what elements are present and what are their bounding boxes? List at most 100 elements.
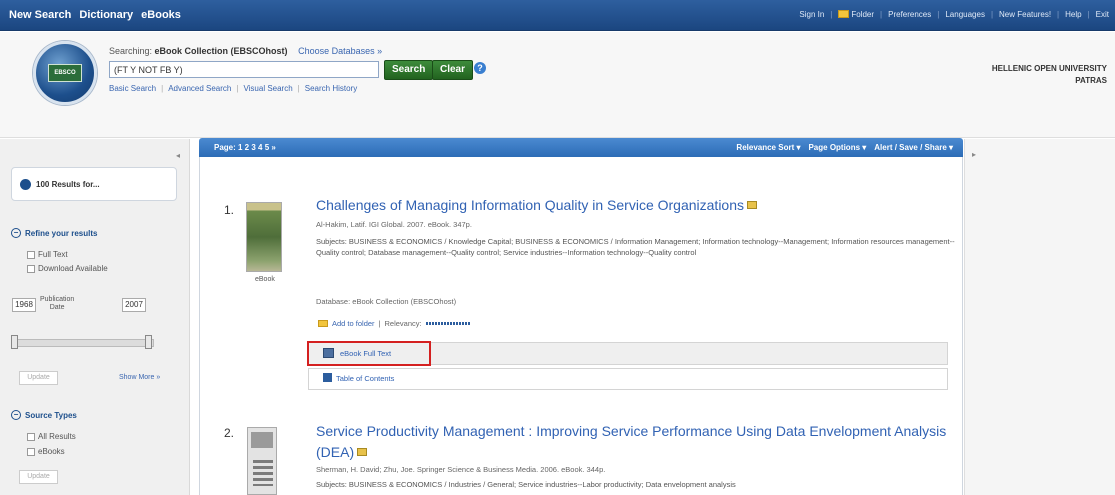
- year-from-input[interactable]: 1968: [12, 298, 36, 312]
- publication-date-label: Publication Date: [40, 296, 74, 312]
- results-for-label: 100 Results for...: [36, 180, 100, 189]
- checkbox-box: [27, 447, 35, 456]
- search-button[interactable]: Search: [384, 60, 434, 80]
- date-slider-right-handle[interactable]: [145, 335, 152, 349]
- separator: |: [378, 319, 381, 328]
- result-title[interactable]: Challenges of Managing Information Quali…: [316, 197, 758, 213]
- separator: |: [880, 10, 883, 19]
- collapse-left-icon[interactable]: ◂: [176, 151, 180, 160]
- page-options-dropdown[interactable]: Page Options ▾: [808, 143, 866, 152]
- show-more-link[interactable]: Show More »: [119, 374, 160, 381]
- ebook-lock-icon: [357, 448, 368, 456]
- book-cover-thumbnail[interactable]: [247, 427, 277, 495]
- search-history-link[interactable]: Search History: [305, 84, 357, 93]
- help-link[interactable]: Help: [1065, 10, 1081, 19]
- collapse-right-icon[interactable]: ▸: [972, 150, 976, 159]
- new-search-link[interactable]: New Search: [9, 9, 71, 21]
- exit-link[interactable]: Exit: [1096, 10, 1109, 19]
- languages-link[interactable]: Languages: [945, 10, 985, 19]
- visual-search-link[interactable]: Visual Search: [243, 84, 292, 93]
- checkbox-box: [27, 250, 35, 259]
- folder-icon: [838, 10, 850, 18]
- all-results-checkbox[interactable]: All Results: [27, 432, 76, 441]
- checkbox-label: eBooks: [38, 447, 65, 456]
- top-nav: New Search Dictionary eBooks: [9, 9, 181, 21]
- top-nav-bar: New Search Dictionary eBooks Sign In | F…: [0, 0, 1115, 31]
- add-to-folder-link[interactable]: Add to folder | Relevancy:: [318, 319, 470, 328]
- checkbox-box: [27, 264, 35, 273]
- separator: |: [297, 84, 300, 93]
- cover-graphic: [253, 460, 273, 486]
- clear-button[interactable]: Clear: [432, 60, 474, 80]
- download-available-checkbox[interactable]: Download Available: [27, 264, 108, 273]
- preferences-link[interactable]: Preferences: [888, 10, 931, 19]
- ebooks-checkbox[interactable]: eBooks: [27, 447, 65, 456]
- ebooks-link[interactable]: eBooks: [141, 9, 181, 21]
- searching-line: Searching: eBook Collection (EBSCOhost) …: [109, 46, 382, 56]
- result-meta: Al-Hakim, Latif. IGI Global. 2007. eBook…: [316, 220, 472, 229]
- search-mode-links: Basic Search | Advanced Search | Visual …: [109, 84, 357, 93]
- ebsco-logo[interactable]: EBSCO: [33, 41, 97, 105]
- institution-name: HELLENIC OPEN UNIVERSITY PATRAS: [992, 63, 1107, 87]
- sign-in-link[interactable]: Sign In: [799, 10, 824, 19]
- pub-date-line-2: Date: [49, 304, 65, 311]
- checkbox-label: Download Available: [38, 264, 108, 273]
- separator: |: [236, 84, 239, 93]
- separator: |: [161, 84, 164, 93]
- separator: |: [830, 10, 833, 19]
- separator: |: [1087, 10, 1090, 19]
- result-title[interactable]: Service Productivity Management : Improv…: [316, 421, 956, 463]
- search-input[interactable]: (FT Y NOT FB Y): [109, 61, 379, 78]
- result-number: 1.: [224, 203, 235, 217]
- results-tools: Relevance Sort ▾ Page Options ▾ Alert / …: [736, 143, 953, 152]
- checkbox-box: [27, 432, 35, 441]
- table-of-contents-row: [308, 368, 948, 390]
- date-slider-track[interactable]: [12, 339, 154, 347]
- advanced-search-link[interactable]: Advanced Search: [168, 84, 231, 93]
- ebook-lock-icon: [747, 201, 758, 209]
- folder-link[interactable]: Folder: [838, 10, 874, 19]
- result-title-text: Challenges of Managing Information Quali…: [316, 197, 745, 213]
- ebook-type-label: eBook: [255, 276, 275, 283]
- table-of-contents-icon[interactable]: [323, 373, 332, 382]
- collapse-circle-icon: −: [11, 410, 21, 420]
- institution-line-2: PATRAS: [1075, 76, 1107, 85]
- results-toolbar: Page: 1 2 3 4 5 » Relevance Sort ▾ Page …: [199, 138, 963, 157]
- pagination[interactable]: Page: 1 2 3 4 5 »: [214, 143, 276, 152]
- new-features-link[interactable]: New Features!: [999, 10, 1051, 19]
- collapse-circle-icon: −: [11, 228, 21, 238]
- relevancy-label: Relevancy:: [384, 319, 422, 328]
- update-button-2[interactable]: Update: [19, 470, 58, 484]
- result-meta: Sherman, H. David; Zhu, Joe. Springer Sc…: [316, 465, 606, 474]
- alert-save-share-dropdown[interactable]: Alert / Save / Share ▾: [874, 143, 953, 152]
- refine-results-header[interactable]: − Refine your results: [11, 228, 97, 238]
- result-number: 2.: [224, 426, 235, 440]
- folder-label: Folder: [851, 10, 875, 19]
- logo-text: EBSCO: [48, 64, 82, 82]
- add-to-folder-label: Add to folder: [332, 319, 375, 328]
- pub-date-line-1: Publication: [40, 296, 75, 303]
- year-to-input[interactable]: 2007: [122, 298, 146, 312]
- checkbox-label: Full Text: [38, 250, 68, 259]
- date-slider-left-handle[interactable]: [11, 335, 18, 349]
- searching-label: Searching:: [109, 46, 153, 56]
- dictionary-link[interactable]: Dictionary: [79, 9, 133, 21]
- separator: |: [1057, 10, 1060, 19]
- right-sidebar: ▸: [964, 139, 1115, 495]
- help-icon[interactable]: ?: [474, 62, 486, 74]
- result-title-text: Service Productivity Management : Improv…: [316, 423, 947, 460]
- result-subjects: Subjects: BUSINESS & ECONOMICS / Knowled…: [316, 237, 955, 257]
- full-text-checkbox[interactable]: Full Text: [27, 250, 68, 259]
- update-button[interactable]: Update: [19, 371, 58, 385]
- refine-results-title: Refine your results: [25, 228, 98, 238]
- relevancy-meter: [425, 322, 470, 325]
- institution-line-1: HELLENIC OPEN UNIVERSITY: [991, 64, 1107, 73]
- basic-search-link[interactable]: Basic Search: [109, 84, 156, 93]
- database-name: eBook Collection (EBSCOhost): [154, 46, 288, 56]
- book-cover-thumbnail[interactable]: [246, 202, 282, 272]
- checkbox-label: All Results: [38, 432, 76, 441]
- sort-dropdown[interactable]: Relevance Sort ▾: [736, 143, 800, 152]
- source-types-header[interactable]: − Source Types: [11, 410, 77, 420]
- choose-databases-link[interactable]: Choose Databases »: [298, 46, 382, 56]
- table-of-contents-link[interactable]: Table of Contents: [336, 374, 394, 383]
